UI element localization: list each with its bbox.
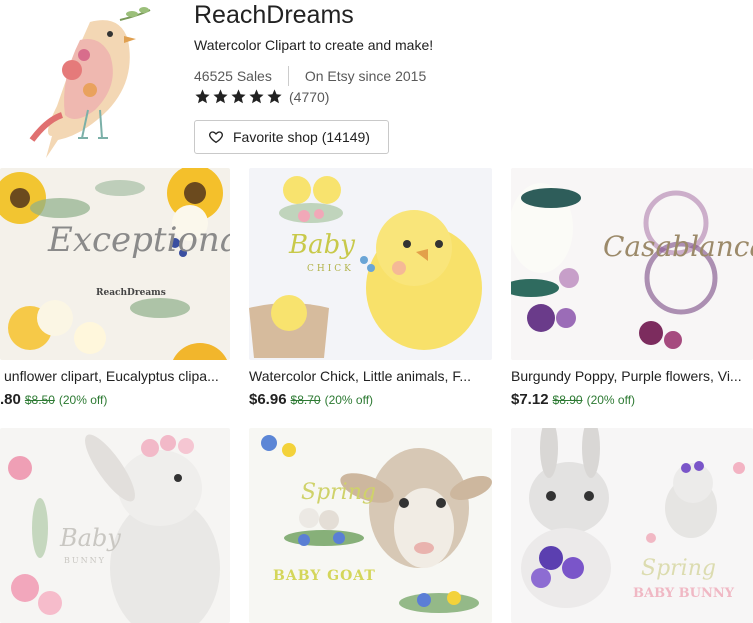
star-icon — [195, 89, 210, 104]
stats-divider — [287, 66, 289, 86]
listing-image-caption: Casablanca — [603, 230, 753, 263]
shop-name[interactable]: ReachDreams — [194, 0, 354, 30]
listing-image-subcaption: BUNNY — [64, 556, 106, 565]
listing-image-caption: Exceptional — [48, 220, 230, 260]
listing-image-caption: Baby — [289, 230, 355, 260]
favorite-shop-label: Favorite shop (14149) — [233, 129, 370, 145]
listing-price-row: $7.12 $8.90 (20% off) — [511, 391, 753, 408]
listing-original-price: $8.90 — [552, 393, 583, 407]
listing-image-subcaption: CHICK — [307, 264, 354, 274]
listing-discount: (20% off) — [324, 393, 374, 407]
star-rating — [194, 88, 283, 105]
listing-price-row: $6.96 $8.70 (20% off) — [249, 391, 492, 408]
listing-image[interactable]: Spring BABY GOAT — [249, 428, 492, 623]
listing-image[interactable]: Casablanca — [511, 168, 753, 360]
shop-logo-bird[interactable] — [20, 0, 160, 160]
star-icon — [213, 89, 228, 104]
listing-image-caption: Spring — [641, 556, 716, 581]
listing-image-subcaption: BABY BUNNY — [633, 586, 735, 601]
sales-count: 46525 Sales — [194, 68, 272, 84]
etsy-since: On Etsy since 2015 — [304, 68, 427, 84]
listing-price: $7.12 — [511, 391, 549, 408]
shop-tagline: Watercolor Clipart to create and make! — [194, 37, 434, 53]
listing-price: .80 — [0, 391, 21, 408]
listing-image[interactable]: Baby BUNNY — [0, 428, 230, 623]
listing-image-subcaption: BABY GOAT — [273, 568, 376, 584]
listing-discount: (20% off) — [58, 393, 108, 407]
listing-discount: (20% off) — [586, 393, 636, 407]
star-icon — [267, 89, 282, 104]
listing-price: $6.96 — [249, 391, 287, 408]
star-icon — [231, 89, 246, 104]
shop-rating[interactable]: (4770) — [194, 88, 329, 105]
listing-title[interactable]: Watercolor Chick, Little animals, F... — [249, 368, 492, 384]
listing-price-row: .80 $8.50 (20% off) — [0, 391, 230, 408]
listing-title[interactable]: Burgundy Poppy, Purple flowers, Vi... — [511, 368, 753, 384]
favorite-shop-button[interactable]: Favorite shop (14149) — [194, 120, 389, 154]
heart-icon — [209, 131, 223, 144]
listing-image[interactable]: Exceptional ReachDreams — [0, 168, 230, 360]
rating-count: (4770) — [289, 88, 330, 105]
listing-image-caption: Baby — [60, 524, 121, 552]
shop-stats: 46525 Sales On Etsy since 2015 — [194, 66, 426, 86]
listing-image[interactable]: Spring BABY BUNNY — [511, 428, 753, 623]
listing-image-brand: ReachDreams — [96, 288, 166, 298]
listing-image-caption: Spring — [301, 480, 376, 505]
star-icon — [249, 89, 264, 104]
listing-title[interactable]: unflower clipart, Eucalyptus clipa... — [4, 368, 234, 384]
listing-original-price: $8.50 — [24, 393, 55, 407]
listing-image[interactable]: Baby CHICK — [249, 168, 492, 360]
listing-original-price: $8.70 — [290, 393, 321, 407]
